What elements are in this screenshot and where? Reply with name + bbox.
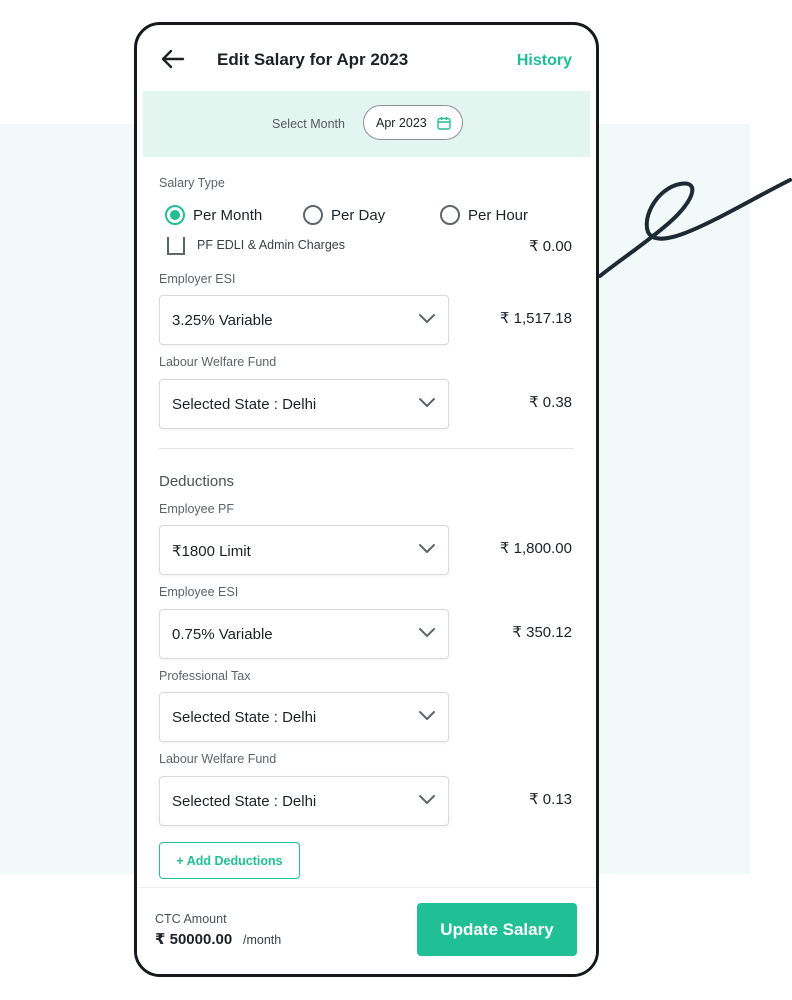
radio-per-day[interactable]: Per Day [303, 205, 385, 225]
ctc-unit: /month [243, 933, 282, 947]
chevron-down-icon [419, 628, 435, 637]
ctc-value: ₹ 50000.00 [155, 931, 233, 948]
select-month-label: Select Month [272, 117, 345, 131]
employee-lwf-label: Labour Welfare Fund [159, 752, 277, 766]
employer-lwf-amount: ₹ 0.38 [529, 394, 572, 411]
chevron-down-icon [419, 314, 435, 323]
radio-per-month[interactable]: Per Month [165, 205, 262, 225]
employee-esi-select[interactable]: 0.75% Variable [159, 609, 449, 659]
month-value: Apr 2023 [376, 116, 427, 130]
employer-esi-amount: ₹ 1,517.18 [499, 310, 572, 327]
ctc-label: CTC Amount [155, 912, 227, 926]
chevron-down-icon [419, 544, 435, 553]
radio-checked-icon [165, 205, 185, 225]
professional-tax-select[interactable]: Selected State : Delhi [159, 692, 449, 742]
pf-edli-label: PF EDLI & Admin Charges [197, 238, 345, 252]
chevron-down-icon [419, 795, 435, 804]
radio-per-hour[interactable]: Per Hour [440, 205, 528, 225]
calendar-icon [437, 117, 451, 130]
employer-lwf-label: Labour Welfare Fund [159, 355, 277, 369]
update-salary-button[interactable]: Update Salary [417, 903, 577, 956]
employee-pf-amount: ₹ 1,800.00 [499, 540, 572, 557]
select-value: Selected State : Delhi [172, 396, 317, 413]
chevron-down-icon [419, 711, 435, 720]
deductions-heading: Deductions [159, 473, 235, 490]
employee-lwf-select[interactable]: Selected State : Delhi [159, 776, 449, 826]
employer-esi-select[interactable]: 3.25% Variable [159, 295, 449, 345]
select-value: Selected State : Delhi [172, 709, 317, 726]
select-value: 3.25% Variable [172, 312, 273, 329]
radio-label: Per Month [193, 206, 263, 224]
month-selector-band: Select Month Apr 2023 [143, 91, 590, 157]
radio-label: Per Day [331, 206, 386, 224]
employer-esi-label: Employer ESI [159, 272, 236, 286]
salary-type-label: Salary Type [159, 176, 225, 190]
section-divider [159, 448, 574, 449]
add-deductions-button[interactable]: + Add Deductions [159, 842, 300, 879]
employee-pf-label: Employee PF [159, 502, 235, 516]
history-link[interactable]: History [517, 52, 572, 70]
select-value: ₹1800 Limit [172, 543, 251, 560]
employee-lwf-amount: ₹ 0.13 [529, 791, 572, 808]
employer-lwf-select[interactable]: Selected State : Delhi [159, 379, 449, 429]
pf-edli-amount: ₹ 0.00 [529, 238, 572, 255]
radio-unchecked-icon [440, 205, 460, 225]
top-bar: Edit Salary for Apr 2023 History [137, 25, 596, 91]
page-title: Edit Salary for Apr 2023 [217, 50, 409, 69]
radio-unchecked-icon [303, 205, 323, 225]
employee-esi-amount: ₹ 350.12 [512, 624, 572, 641]
phone-frame: Edit Salary for Apr 2023 History Select … [134, 22, 599, 977]
month-picker[interactable]: Apr 2023 [363, 105, 463, 140]
arrow-left-icon[interactable] [159, 47, 187, 71]
employee-esi-label: Employee ESI [159, 585, 239, 599]
select-value: 0.75% Variable [172, 626, 273, 643]
pf-edli-checkbox[interactable] [167, 237, 185, 255]
radio-label: Per Hour [468, 206, 529, 224]
employee-pf-select[interactable]: ₹1800 Limit [159, 525, 449, 575]
footer-bar: CTC Amount ₹ 50000.00 /month Update Sala… [137, 887, 596, 974]
professional-tax-label: Professional Tax [159, 669, 251, 683]
chevron-down-icon [419, 398, 435, 407]
select-value: Selected State : Delhi [172, 793, 317, 810]
